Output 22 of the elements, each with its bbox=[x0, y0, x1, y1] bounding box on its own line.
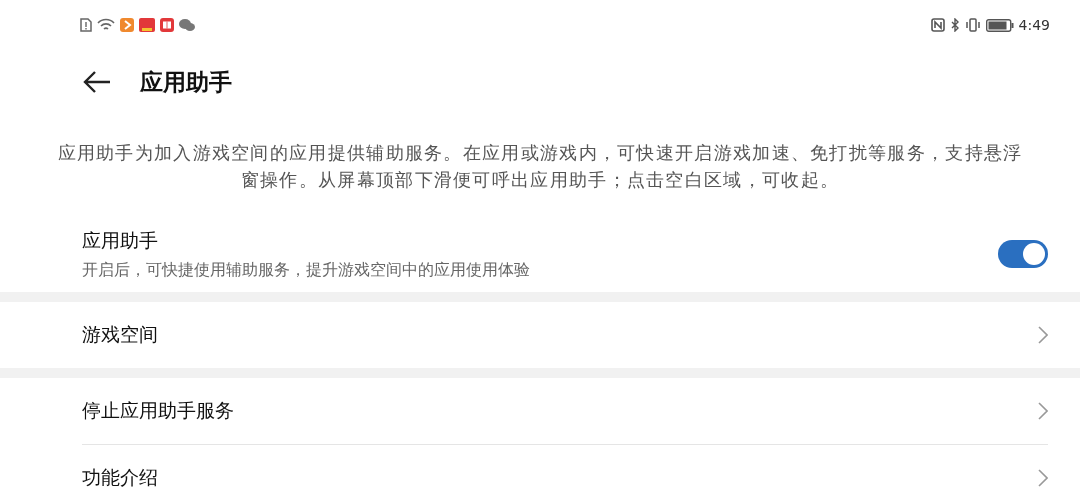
clock-time: 4:49 bbox=[1018, 17, 1050, 33]
toggle-switch[interactable] bbox=[998, 240, 1048, 268]
news-app-icon bbox=[139, 18, 155, 32]
chat-icon bbox=[179, 18, 195, 32]
chevron-right-icon bbox=[1038, 402, 1048, 420]
bluetooth-icon bbox=[949, 18, 960, 32]
battery-icon bbox=[985, 18, 1014, 32]
description-text: 应用助手为加入游戏空间的应用提供辅助服务。在应用或游戏内，可快速开启游戏加速、免打扰等服务，支持悬浮窗操作。从屏幕顶部下滑便可呼出应用助手；点击空白区域，可收起。 bbox=[56, 142, 1024, 192]
book-app-icon bbox=[160, 18, 174, 32]
nfc-icon bbox=[930, 18, 945, 32]
chevron-right-icon bbox=[1038, 469, 1048, 487]
menu-item[interactable]: 功能介绍 bbox=[82, 465, 158, 491]
vibrate-icon bbox=[964, 18, 981, 32]
setting-title: 应用助手 bbox=[82, 227, 159, 253]
menu-item[interactable]: 停止应用助手服务 bbox=[82, 398, 234, 424]
page-title: 应用助手 bbox=[140, 67, 232, 97]
sim-alert-icon bbox=[80, 18, 92, 32]
chevron-right-icon bbox=[1038, 326, 1048, 344]
play-app-icon bbox=[120, 18, 134, 32]
menu-item[interactable]: 游戏空间 bbox=[82, 322, 158, 348]
wifi-icon bbox=[97, 18, 115, 32]
setting-description: 开启后，可快捷使用辅助服务，提升游戏空间中的应用使用体验 bbox=[82, 259, 530, 281]
